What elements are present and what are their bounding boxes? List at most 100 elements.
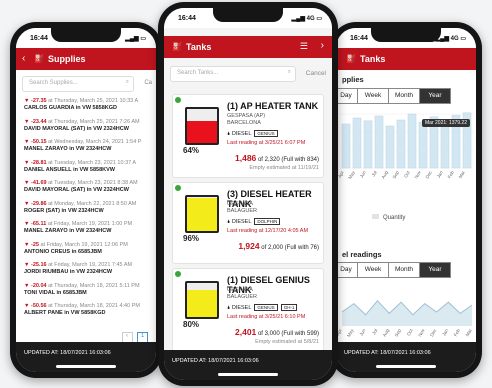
- x-tick-label: Jan: [436, 170, 444, 179]
- list-item[interactable]: ▼ -50.15 at Wednesday, March 24, 2021 1:…: [24, 139, 150, 153]
- app-header: ‹ ⛽ Supplies: [16, 48, 156, 70]
- x-tick-label: Jan: [441, 328, 449, 337]
- tank-card[interactable]: 96% (3) DIESEL HEATER TANK GESPASA BALAGUER…: [172, 182, 324, 264]
- bar[interactable]: [341, 123, 351, 169]
- tank-city: BALAGUER: [227, 208, 257, 214]
- search-input[interactable]: Search Tanks... ⌕: [170, 66, 296, 82]
- last-reading: Last reading at 3/25/21 6:10 PM: [227, 314, 306, 320]
- supply-amount: -23.44: [30, 118, 47, 125]
- bar[interactable]: [418, 121, 428, 169]
- list-item[interactable]: ▼ -27.35 at Thursday, March 25, 2021 10:…: [24, 98, 150, 112]
- supply-date: at Tuesday, March 23, 2021 10:37 A: [48, 159, 137, 166]
- bar[interactable]: [385, 125, 395, 169]
- supply-driver: ROGER (SAT) in VW 2324HCW: [24, 207, 104, 214]
- supply-driver: CARLOS GUARDIA in VW 5858KGD: [24, 105, 118, 111]
- x-tick-label: Sep: [392, 170, 401, 180]
- network-label: 4G: [306, 16, 315, 22]
- tab-week[interactable]: Week: [357, 262, 389, 278]
- right-screen: 16:44 ▂▄▆ 4G ▭ ⛽ Tanks pplies Day Week Mon…: [336, 28, 476, 372]
- tab-day[interactable]: Day: [336, 88, 358, 104]
- supply-date: at Tuesday, March 23, 2021 8:38 AM: [48, 180, 138, 186]
- down-arrow-icon: ▼: [24, 180, 31, 186]
- notch: [51, 28, 121, 42]
- tank-level-fill: [187, 198, 217, 231]
- list-item[interactable]: ▼ -25 at Friday, March 19, 2021 12:06 PM…: [24, 242, 150, 256]
- list-item[interactable]: ▼ -41.69 at Tuesday, March 23, 2021 8:38…: [24, 180, 150, 194]
- cancel-button[interactable]: Cancel: [306, 70, 326, 77]
- supply-amount: -25: [30, 241, 39, 248]
- supply-date: at Thursday, March 18, 2021 5:11 PM: [48, 282, 140, 289]
- list-item[interactable]: ▼ -20.04 at Thursday, March 18, 2021 5:1…: [24, 283, 150, 297]
- tab-year[interactable]: Year: [419, 88, 451, 104]
- list-item[interactable]: ▼ -23.44 at Thursday, March 25, 2021 7:2…: [24, 119, 150, 133]
- back-icon[interactable]: ‹: [22, 53, 25, 64]
- x-tick-label: Mar: [458, 170, 466, 180]
- x-tick-label: Dec: [425, 169, 434, 179]
- section-title-readings: el readings: [342, 250, 382, 259]
- search-icon: ⌕: [125, 79, 129, 85]
- supply-amount: -50.56: [30, 303, 47, 309]
- updated-at: UPDATED AT: 18/07/2021 16:03:06: [172, 358, 259, 364]
- list-item[interactable]: ▼ -28.81 at Tuesday, March 23, 2021 10:3…: [24, 160, 150, 174]
- legend: Quantity: [372, 214, 405, 221]
- x-tick-label: Jul: [371, 170, 378, 177]
- supply-driver: TONI VIDAL in 6585JBM: [24, 289, 87, 296]
- status-time: 16:44: [178, 15, 196, 22]
- bar[interactable]: [363, 120, 373, 169]
- bar[interactable]: [374, 115, 384, 169]
- tab-month[interactable]: Month: [388, 88, 420, 104]
- tank-amount: 1,924: [238, 241, 260, 251]
- tank-icon: ⛽: [172, 42, 182, 51]
- section-title-supplies: pplies: [342, 75, 364, 84]
- tank-card[interactable]: 80% (1) DIESEL GENIUS TANK GESPASA BALAGUER…: [172, 268, 324, 354]
- supply-date: at Friday, March 19, 2021 12:06 PM: [40, 241, 128, 248]
- tank-fuel: 🌢 DIESEL GENIUS GH-1: [227, 304, 298, 312]
- supply-date: at Monday, March 22, 2021 8:50 AM: [48, 200, 137, 207]
- empty-estimate: Empty estimated at 11/19/21: [249, 165, 319, 171]
- footer: UPDATED AT: 18/07/2021 16:03:06: [336, 342, 476, 372]
- x-tick-label: Aug: [382, 328, 391, 338]
- bar[interactable]: [396, 119, 406, 169]
- right-phone: 16:44 ▂▄▆ 4G ▭ ⛽ Tanks pplies Day Week Mon…: [330, 22, 482, 378]
- status-dot: [175, 185, 181, 191]
- tank-card[interactable]: 64% (1) AP HEATER TANK GESPASA (AP) BARCELO…: [172, 94, 324, 178]
- chevron-right-icon[interactable]: ›: [321, 40, 324, 51]
- search-icon: ⌕: [287, 69, 291, 75]
- tab-year[interactable]: Year: [419, 262, 451, 278]
- tank-level-gauge: [185, 195, 219, 233]
- supply-date: at Thursday, March 18, 2021 4:40 PM: [48, 303, 140, 309]
- cancel-button[interactable]: Ca: [144, 80, 152, 86]
- pagination: ‹ 1: [121, 324, 148, 344]
- list-item[interactable]: ▼ -50.56 at Thursday, March 18, 2021 4:4…: [24, 303, 150, 317]
- updated-at: UPDATED AT: 18/07/2021 16:03:06: [24, 350, 111, 356]
- x-tick-label: Feb: [453, 328, 461, 338]
- supply-amount: -25.16: [30, 262, 47, 268]
- tank-fuel: 🌢 DIESEL GENIUS: [227, 130, 278, 138]
- status-dot: [175, 97, 181, 103]
- tab-month[interactable]: Month: [388, 262, 420, 278]
- supply-driver: JORDI RIUMBAU in VW 2324HCW: [24, 269, 113, 275]
- fuel-type: DIESEL: [231, 219, 252, 225]
- bar[interactable]: [407, 113, 417, 169]
- left-phone: 16:44 ▂▄▆ ▭ ‹ ⛽ Supplies Search Supplies…: [10, 22, 162, 378]
- tank-capacity: of 2,320 (Full with 834): [257, 157, 319, 163]
- down-arrow-icon: ▼: [24, 303, 31, 309]
- list-item[interactable]: ▼ -65.11 at Friday, March 19, 2021 1:00 …: [24, 221, 150, 235]
- tank-capacity: of 3,000 (Full with 599): [257, 331, 319, 337]
- tab-week[interactable]: Week: [357, 88, 389, 104]
- tank-company: GESPASA (AP): [227, 113, 266, 119]
- filter-icon[interactable]: ☰: [300, 41, 308, 52]
- bar[interactable]: [352, 117, 362, 169]
- supply-driver: MANEL ZARAYO in VW 2324HCW: [24, 228, 112, 234]
- updated-at: UPDATED AT: 18/07/2021 16:03:06: [344, 350, 431, 356]
- search-input[interactable]: Search Supplies... ⌕: [22, 76, 134, 92]
- tab-day[interactable]: Day: [336, 262, 358, 278]
- last-reading: Last reading at 3/25/21 6:07 PM: [227, 140, 306, 146]
- list-item[interactable]: ▼ -25.16 at Friday, March 19, 2021 7:45 …: [24, 262, 150, 276]
- x-tick-label: May: [347, 169, 356, 180]
- center-phone: 16:44 ▂▄▆ 4G ▭ ⛽ Tanks ☰ › Search Tanks.…: [158, 2, 338, 386]
- list-item[interactable]: ▼ -29.86 at Monday, March 22, 2021 8:50 …: [24, 201, 150, 215]
- supply-date: at Wednesday, March 24, 2021 1:54 P: [48, 139, 142, 145]
- supply-amount: -65.11: [30, 221, 47, 227]
- tank-level-fill: [187, 121, 217, 143]
